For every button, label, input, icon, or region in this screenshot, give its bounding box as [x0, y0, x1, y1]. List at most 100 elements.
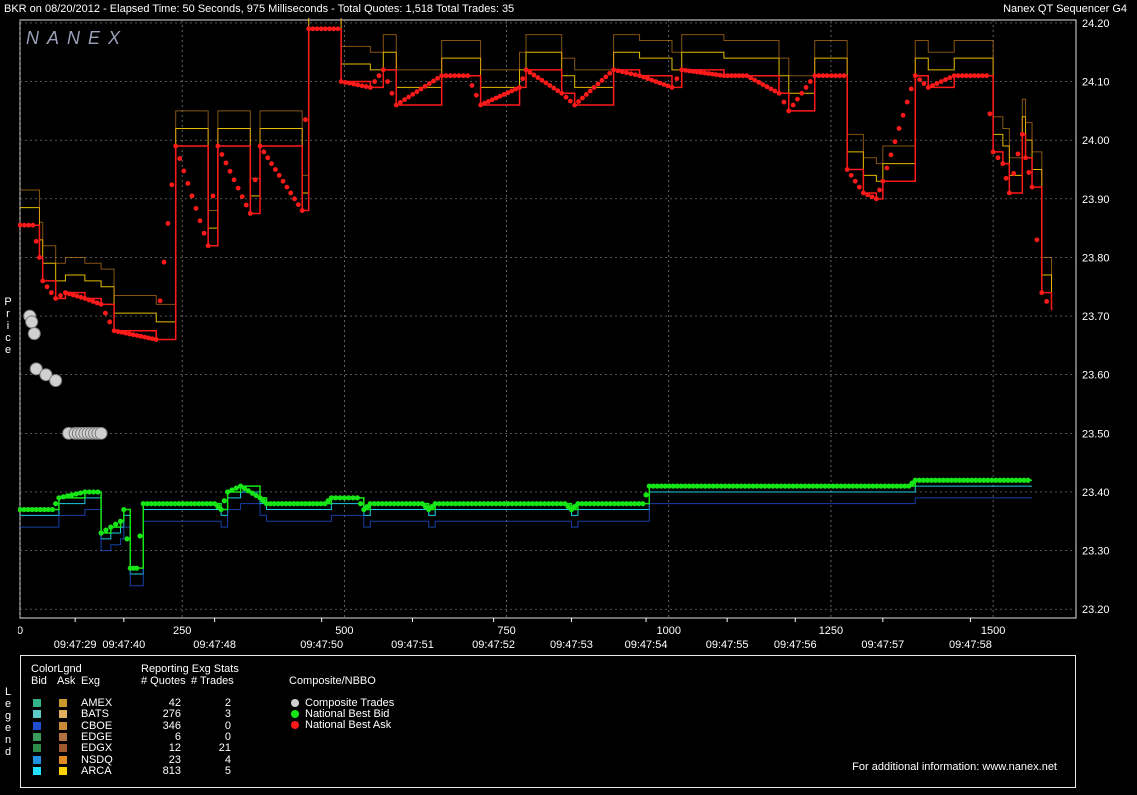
best-ask-point — [465, 73, 471, 79]
best-ask-point — [103, 310, 108, 316]
x-tick-label: 1250 — [819, 625, 843, 637]
best-ask-point — [410, 91, 416, 97]
best-ask-point — [322, 26, 328, 32]
best-ask-point — [280, 178, 286, 184]
best-ask-point — [599, 77, 605, 83]
y-tick-label: 24.10 — [1082, 77, 1110, 89]
exchange-trades: 3 — [224, 708, 231, 721]
best-ask-point — [947, 75, 953, 81]
y-axis-label-char-2: i — [6, 320, 10, 332]
best-ask-point — [98, 301, 104, 307]
legend-label-char-3: e — [4, 722, 12, 734]
x-tick-label: 500 — [335, 625, 353, 637]
best-ask-point — [1026, 170, 1032, 175]
best-ask-point — [418, 86, 424, 92]
best-ask-point — [406, 94, 412, 100]
exchange-row-cboe: CBOE 346 0 — [21, 720, 281, 732]
best-ask-point — [619, 69, 625, 75]
best-ask-point — [426, 81, 432, 87]
ask-color-swatch — [59, 732, 67, 741]
best-ask-point — [841, 73, 847, 79]
best-ask-point — [372, 79, 378, 84]
best-ask-point — [376, 73, 382, 79]
best-ask-point — [1034, 237, 1040, 243]
best-ask-point — [252, 177, 258, 183]
legend-label-char-0: L — [4, 686, 12, 698]
time-tick-label: 09:47:55 — [706, 639, 749, 651]
best-ask-point — [367, 85, 373, 90]
best-ask-point — [551, 85, 557, 91]
best-ask-point — [231, 177, 237, 183]
best-ask-point — [900, 112, 906, 118]
best-bid-point — [95, 489, 101, 495]
best-ask-point — [295, 202, 301, 208]
best-ask-point — [447, 73, 453, 79]
time-tick-label: 09:47:50 — [300, 639, 343, 651]
best-ask-point — [587, 88, 593, 94]
best-ask-point — [161, 259, 167, 265]
best-ask-point — [869, 194, 875, 200]
time-tick-label: 09:47:51 — [391, 639, 434, 651]
best-ask-point — [460, 73, 466, 79]
trades-column-header: # Trades — [191, 675, 234, 687]
best-ask-point — [299, 208, 305, 213]
nbbo-item: National Best Ask — [291, 720, 431, 731]
exchange-row-amex: AMEX 42 2 — [21, 698, 281, 709]
best-ask-point — [607, 70, 613, 76]
exchange-column-header: Exg — [81, 675, 100, 687]
best-ask-point — [674, 76, 680, 82]
best-ask-point — [227, 168, 233, 174]
best-bid-point — [69, 492, 75, 498]
best-ask-point — [53, 296, 59, 301]
nbbo-dot — [291, 699, 299, 707]
best-bid-point — [77, 490, 84, 496]
best-ask-point — [844, 167, 850, 172]
best-ask-point — [833, 73, 838, 79]
best-ask-point — [223, 160, 229, 166]
best-ask-point — [1011, 171, 1017, 176]
best-ask-point — [615, 68, 621, 74]
y-axis-label-char-1: r — [6, 308, 10, 320]
exchange-name: BATS — [81, 708, 109, 721]
best-bid-point — [121, 506, 127, 513]
best-ask-point — [632, 72, 638, 78]
time-tick-label: 09:47:54 — [625, 639, 668, 651]
exchange-quotes: 813 — [162, 764, 181, 777]
best-ask-point — [812, 73, 818, 79]
best-ask-point — [580, 95, 585, 101]
best-ask-point — [852, 178, 858, 184]
best-ask-point — [272, 167, 278, 172]
composite-trade-point — [94, 426, 108, 440]
best-ask-point — [786, 108, 792, 114]
exchange-trades: 4 — [224, 753, 231, 766]
best-ask-point — [169, 182, 175, 188]
best-ask-point — [772, 88, 778, 94]
legend-panel: ColorLgnd Bid Ask Exg Reporting Exg Stat… — [20, 655, 1076, 788]
best-ask-point — [1000, 161, 1006, 167]
best-ask-point — [177, 156, 183, 161]
best-bid-point — [643, 492, 649, 498]
best-ask-point — [543, 80, 549, 86]
best-ask-point — [873, 196, 879, 202]
best-bid-point — [640, 501, 646, 507]
best-ask-point — [181, 168, 187, 174]
best-ask-point — [269, 161, 274, 167]
best-bid-point — [357, 501, 364, 507]
best-ask-point — [157, 298, 163, 304]
best-ask-point — [193, 205, 199, 211]
best-ask-point — [261, 149, 267, 155]
exchange-row-bats: BATS 276 3 — [21, 709, 281, 720]
time-tick-label: 09:47:58 — [949, 639, 992, 651]
best-ask-point — [1029, 184, 1035, 190]
best-ask-point — [624, 70, 629, 76]
y-tick-label: 23.80 — [1082, 252, 1110, 264]
best-ask-point — [1019, 131, 1025, 137]
best-ask-point — [398, 99, 403, 105]
best-ask-point — [306, 26, 312, 32]
y-tick-label: 23.40 — [1082, 487, 1110, 499]
time-tick-label: 09:47:40 — [102, 639, 145, 651]
best-ask-point — [917, 77, 922, 83]
exchange-name: EDGX — [81, 742, 113, 755]
bid-color-swatch — [33, 732, 41, 741]
ask-color-swatch — [59, 710, 67, 719]
